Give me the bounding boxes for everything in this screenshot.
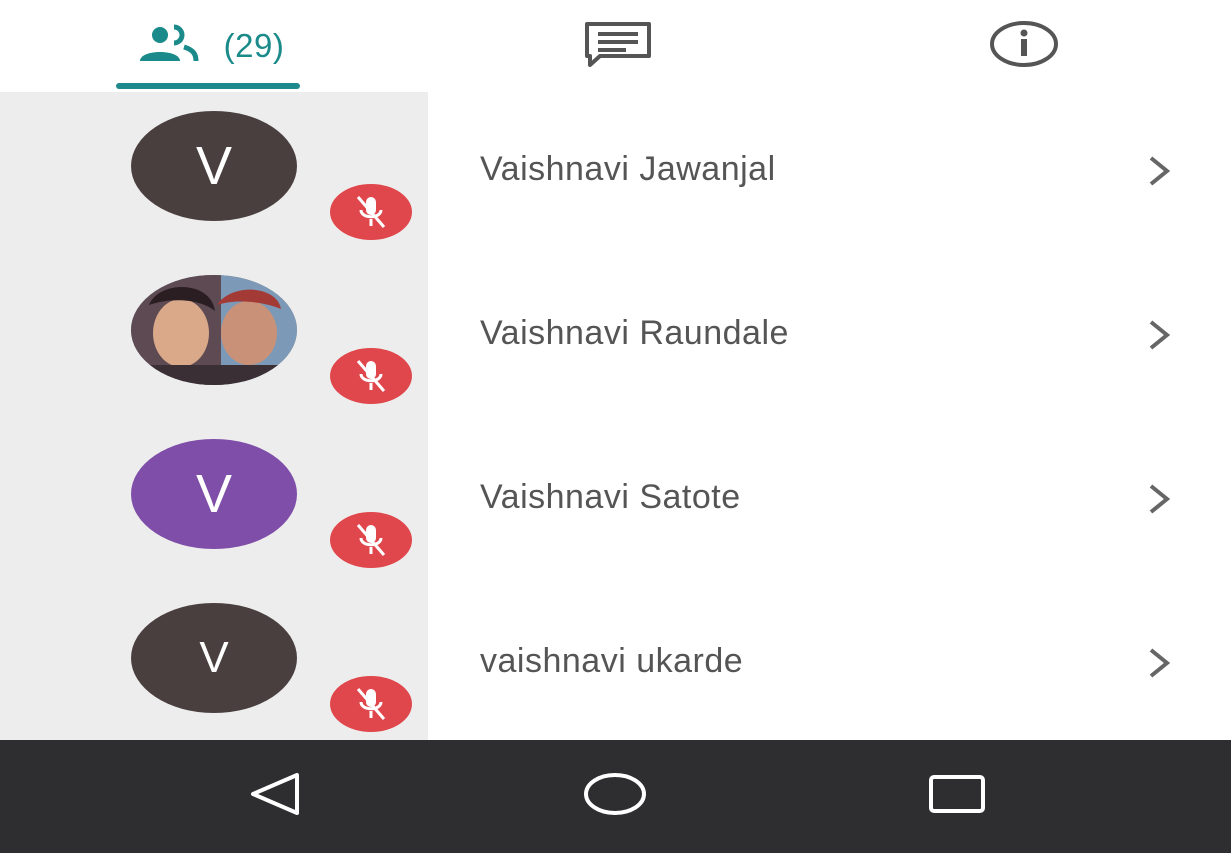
chevron-right-icon[interactable]	[1144, 482, 1174, 516]
tab-participants[interactable]: (29)	[110, 0, 306, 92]
active-tab-indicator	[116, 83, 300, 89]
mic-off-icon	[330, 184, 412, 240]
avatar-photo	[131, 275, 297, 385]
avatar: V	[131, 603, 297, 713]
avatar-initial: V	[195, 464, 233, 524]
recents-icon	[927, 773, 987, 820]
tab-bar: (29)	[0, 0, 1231, 92]
avatar: V	[131, 439, 297, 549]
mic-off-icon	[330, 348, 412, 404]
home-icon	[582, 771, 648, 822]
list-item[interactable]: V Vaishnavi Jawanjal	[0, 92, 1231, 256]
participants-screen: (29) V Vaishnavi Jawanjal Vaishnavi Raun…	[0, 0, 1231, 853]
avatar: V	[131, 111, 297, 221]
mic-off-icon	[330, 512, 412, 568]
recents-button[interactable]	[912, 740, 1002, 853]
participants-count: (29)	[223, 27, 285, 64]
participant-list: V Vaishnavi Jawanjal Vaishnavi Raundale …	[0, 92, 1231, 740]
mic-off-icon	[330, 676, 412, 732]
list-item[interactable]: Vaishnavi Raundale	[0, 256, 1231, 420]
home-button[interactable]	[570, 740, 660, 853]
system-navigation-bar	[0, 740, 1231, 853]
participant-name: Vaishnavi Jawanjal	[480, 150, 776, 188]
avatar-initial: V	[199, 633, 229, 682]
chat-icon	[582, 21, 654, 72]
back-icon	[245, 771, 305, 822]
info-icon	[988, 20, 1060, 73]
list-item[interactable]: V vaishnavi ukarde	[0, 584, 1231, 748]
list-item[interactable]: V Vaishnavi Satote	[0, 420, 1231, 584]
avatar-initial: V	[195, 136, 233, 196]
chevron-right-icon[interactable]	[1144, 154, 1174, 188]
tab-chat[interactable]	[520, 0, 716, 92]
chevron-right-icon[interactable]	[1144, 646, 1174, 680]
participant-name: Vaishnavi Satote	[480, 478, 741, 516]
tab-info[interactable]	[926, 0, 1122, 92]
back-button[interactable]	[230, 740, 320, 853]
participant-name: Vaishnavi Raundale	[480, 314, 789, 352]
participant-name: vaishnavi ukarde	[480, 642, 744, 680]
people-icon	[132, 24, 212, 69]
chevron-right-icon[interactable]	[1144, 318, 1174, 352]
